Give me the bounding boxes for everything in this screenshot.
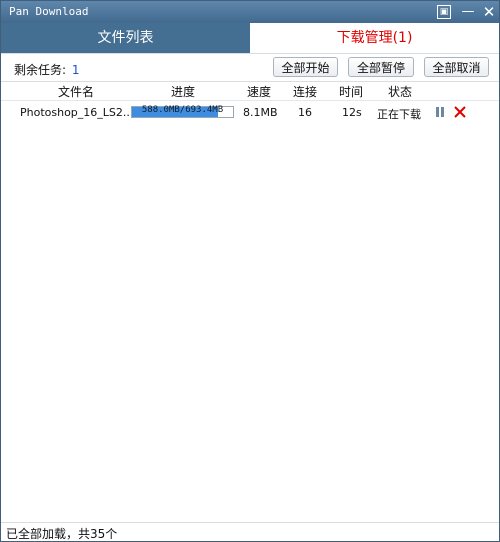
tab-download-manager[interactable]: 下载管理(1) <box>250 23 499 53</box>
progress-bar: 588.0MB/693.4MB <box>131 105 234 118</box>
tab-bar: 文件列表 下载管理(1) <box>1 23 499 54</box>
row-status: 正在下载 <box>377 108 421 121</box>
cancel-icon[interactable] <box>453 105 467 119</box>
tab-file-list[interactable]: 文件列表 <box>1 23 250 53</box>
table-header: 文件名 进度 速度 连接 时间 状态 <box>1 81 499 101</box>
status-text: 已全部加载，共35个 <box>6 527 118 541</box>
pause-all-button[interactable]: 全部暂停 <box>348 57 414 77</box>
table-row[interactable]: Photoshop_16_LS2... 588.0MB/693.4MB 8.1M… <box>1 103 499 125</box>
window-title: Pan Download <box>9 5 89 18</box>
row-connections: 16 <box>298 106 312 119</box>
remaining-tasks: 剩余任务: 1 <box>14 61 80 78</box>
row-filename: Photoshop_16_LS2... <box>20 106 134 119</box>
cancel-all-button[interactable]: 全部取消 <box>424 57 489 77</box>
row-speed: 8.1MB <box>243 106 278 119</box>
header-speed: 速度 <box>247 85 272 99</box>
header-progress: 进度 <box>171 85 196 99</box>
header-time: 时间 <box>339 85 364 99</box>
header-filename: 文件名 <box>58 85 95 99</box>
minimize-icon[interactable]: — <box>461 5 475 19</box>
header-status: 状态 <box>388 85 413 99</box>
toolbar: 剩余任务: 1 全部开始 全部暂停 全部取消 <box>1 54 499 80</box>
status-bar: 已全部加载，共35个 <box>1 522 499 541</box>
download-window: Pan Download ▣ — ✕ 文件列表 下载管理(1) 剩余任务: 1 … <box>0 0 500 542</box>
pause-icon[interactable] <box>433 105 447 119</box>
row-time: 12s <box>342 106 362 119</box>
start-all-button[interactable]: 全部开始 <box>273 57 338 77</box>
progress-text: 588.0MB/693.4MB <box>141 105 224 115</box>
remaining-label: 剩余任务: <box>14 63 67 77</box>
close-icon[interactable]: ✕ <box>482 5 496 20</box>
title-bar: Pan Download ▣ — ✕ <box>1 1 499 23</box>
menu-icon[interactable]: ▣ <box>437 5 451 19</box>
header-connections: 连接 <box>293 85 318 99</box>
remaining-count: 1 <box>71 63 80 77</box>
